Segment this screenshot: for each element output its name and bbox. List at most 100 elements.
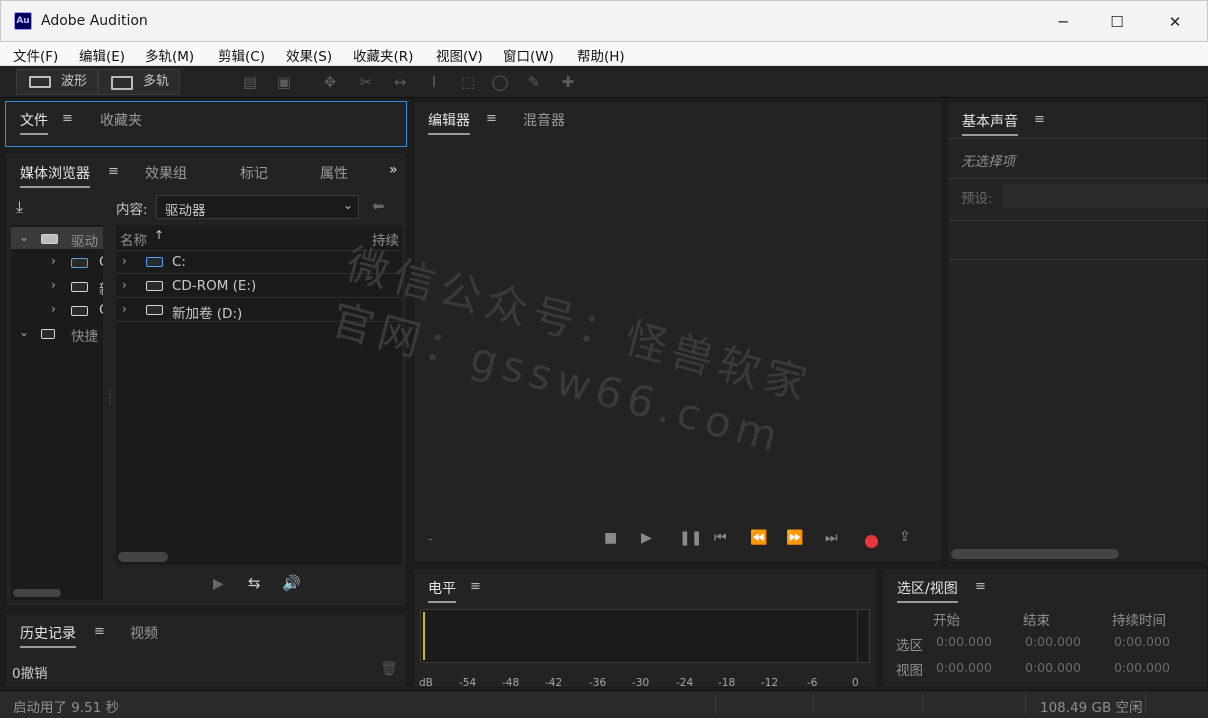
skip-to-end-icon[interactable]: ⏭ — [825, 530, 838, 546]
brush-tool-icon[interactable]: ✎ — [524, 72, 544, 92]
selection-view-menu-icon[interactable]: ≡ — [975, 579, 986, 594]
level-meter — [420, 609, 870, 663]
multitrack-view-button[interactable]: 多轨 — [98, 69, 180, 95]
tab-media-browser[interactable]: 媒体浏览器 — [20, 163, 90, 188]
meter-scale-label: -36 — [589, 677, 607, 689]
tab-effects-rack[interactable]: 效果组 — [145, 163, 187, 183]
spectral-pitch-icon[interactable]: ▣ — [274, 72, 294, 92]
splitter-handle[interactable]: ⋮ ⋮ — [105, 391, 115, 407]
tab-mixer[interactable]: 混音器 — [523, 110, 565, 130]
drive-label: 新加卷 (D:) — [172, 306, 243, 322]
record-button[interactable] — [865, 535, 878, 548]
chevron-down-icon[interactable]: ⌄ — [19, 325, 29, 339]
menu-edit[interactable]: 编辑(E) — [79, 45, 125, 65]
cdrom-drive-icon — [146, 281, 163, 291]
chevron-down-icon[interactable]: ⌄ — [19, 230, 29, 244]
startup-time-text: 启动用了 9.51 秒 — [13, 700, 120, 716]
selection-duration[interactable]: 0:00.000 — [1114, 634, 1170, 649]
menu-window[interactable]: 窗口(W) — [503, 45, 554, 65]
levels-title[interactable]: 电平 — [428, 578, 456, 603]
waveform-view-button[interactable]: 波形 — [16, 69, 98, 95]
files-panel-menu-icon[interactable]: ≡ — [62, 111, 73, 126]
panel-overflow-icon[interactable]: » — [389, 162, 398, 178]
menu-clip[interactable]: 剪辑(C) — [218, 45, 265, 65]
levels-menu-icon[interactable]: ≡ — [470, 579, 481, 594]
tree-item-shortcuts[interactable]: 快捷 — [71, 325, 98, 345]
slip-tool-icon[interactable]: ↔ — [390, 72, 410, 92]
tree-item-cdrom[interactable]: C — [99, 302, 103, 318]
loop-playback-icon[interactable]: ⇪ — [899, 529, 911, 545]
menu-favorites[interactable]: 收藏夹(R) — [353, 45, 413, 65]
chevron-right-icon[interactable]: › — [122, 254, 127, 268]
fast-forward-icon[interactable]: ⏩ — [786, 530, 803, 546]
multitrack-label: 多轨 — [143, 74, 170, 89]
chevron-right-icon[interactable]: › — [51, 254, 56, 268]
toolbar: 波形 多轨 ▤ ▣ ✥ ✂ ↔ I ⬚ ◯ ✎ ✚ 默认 ≡ » — [0, 66, 1208, 158]
minimize-button[interactable]: ─ — [1034, 1, 1092, 43]
chevron-right-icon[interactable]: › — [51, 302, 56, 316]
header-duration: 持续时间 — [1112, 613, 1166, 629]
play-icon[interactable]: ▶ — [641, 530, 652, 546]
menu-file[interactable]: 文件(F) — [13, 45, 58, 65]
rewind-icon[interactable]: ⏪ — [750, 530, 767, 546]
view-start[interactable]: 0:00.000 — [936, 660, 992, 675]
lasso-tool-icon[interactable]: ◯ — [490, 72, 510, 92]
tree-item-new[interactable]: 新 — [99, 278, 103, 298]
tab-editor[interactable]: 编辑器 — [428, 110, 470, 135]
menu-view[interactable]: 视图(V) — [436, 45, 483, 65]
history-menu-icon[interactable]: ≡ — [94, 624, 105, 639]
play-preview-icon[interactable]: ▶ — [213, 576, 224, 592]
menu-multitrack[interactable]: 多轨(M) — [145, 45, 194, 65]
tab-history[interactable]: 历史记录 — [20, 623, 76, 648]
import-icon[interactable]: ⤓ — [16, 197, 23, 217]
trash-icon[interactable]: 🗑 — [380, 661, 398, 677]
skip-to-start-icon[interactable]: ⏮ — [714, 530, 727, 546]
razor-tool-icon[interactable]: ✂ — [356, 72, 376, 92]
tab-video[interactable]: 视频 — [130, 623, 158, 643]
preset-dropdown[interactable] — [1003, 184, 1208, 208]
close-button[interactable]: ✕ — [1146, 1, 1204, 43]
drive-icon — [146, 305, 163, 315]
essential-sound-scrollbar[interactable] — [951, 549, 1119, 559]
stop-icon[interactable]: ■ — [604, 530, 617, 546]
time-selection-tool-icon[interactable]: I — [424, 72, 444, 92]
marquee-tool-icon[interactable]: ⬚ — [458, 72, 478, 92]
waveform-label: 波形 — [61, 74, 88, 89]
spectral-frequency-icon[interactable]: ▤ — [240, 72, 260, 92]
view-duration[interactable]: 0:00.000 — [1114, 660, 1170, 675]
drives-icon — [41, 234, 58, 244]
pause-icon[interactable]: ❚❚ — [679, 530, 702, 546]
chevron-right-icon[interactable]: › — [122, 278, 127, 292]
selection-view-title[interactable]: 选区/视图 — [897, 578, 958, 603]
media-browser-menu-icon[interactable]: ≡ — [108, 164, 119, 179]
content-dropdown[interactable]: 驱动器 ⌄ — [156, 195, 359, 219]
selection-end[interactable]: 0:00.000 — [1025, 634, 1081, 649]
editor-corner-mark: - — [428, 532, 433, 547]
essential-sound-menu-icon[interactable]: ≡ — [1034, 112, 1045, 127]
tab-favorites[interactable]: 收藏夹 — [100, 110, 142, 130]
meter-scale-label: -24 — [676, 677, 694, 689]
view-end[interactable]: 0:00.000 — [1025, 660, 1081, 675]
back-arrow-icon[interactable]: ⬅ — [372, 197, 385, 215]
file-list-scrollbar[interactable] — [118, 552, 168, 562]
column-name[interactable]: 名称 — [120, 229, 147, 249]
menu-help[interactable]: 帮助(H) — [577, 45, 625, 65]
spot-healing-icon[interactable]: ✚ — [558, 72, 578, 92]
tab-files[interactable]: 文件 — [20, 110, 48, 135]
chevron-right-icon[interactable]: › — [51, 278, 56, 292]
essential-sound-title[interactable]: 基本声音 — [962, 111, 1018, 136]
chevron-right-icon[interactable]: › — [122, 302, 127, 316]
tree-item-drives[interactable]: 驱动 — [71, 230, 98, 250]
editor-menu-icon[interactable]: ≡ — [486, 111, 497, 126]
loop-preview-icon[interactable]: ⇆ — [248, 574, 261, 592]
selection-start[interactable]: 0:00.000 — [936, 634, 992, 649]
tree-scrollbar[interactable] — [13, 589, 61, 597]
tab-markers[interactable]: 标记 — [240, 163, 268, 183]
tab-properties[interactable]: 属性 — [320, 163, 348, 183]
preset-label: 预设: — [961, 191, 993, 207]
menu-effects[interactable]: 效果(S) — [286, 45, 332, 65]
tree-item-c[interactable]: C — [99, 254, 103, 270]
volume-icon[interactable]: 🔊 — [282, 574, 301, 592]
move-tool-icon[interactable]: ✥ — [320, 72, 340, 92]
maximize-button[interactable]: ☐ — [1088, 1, 1146, 43]
